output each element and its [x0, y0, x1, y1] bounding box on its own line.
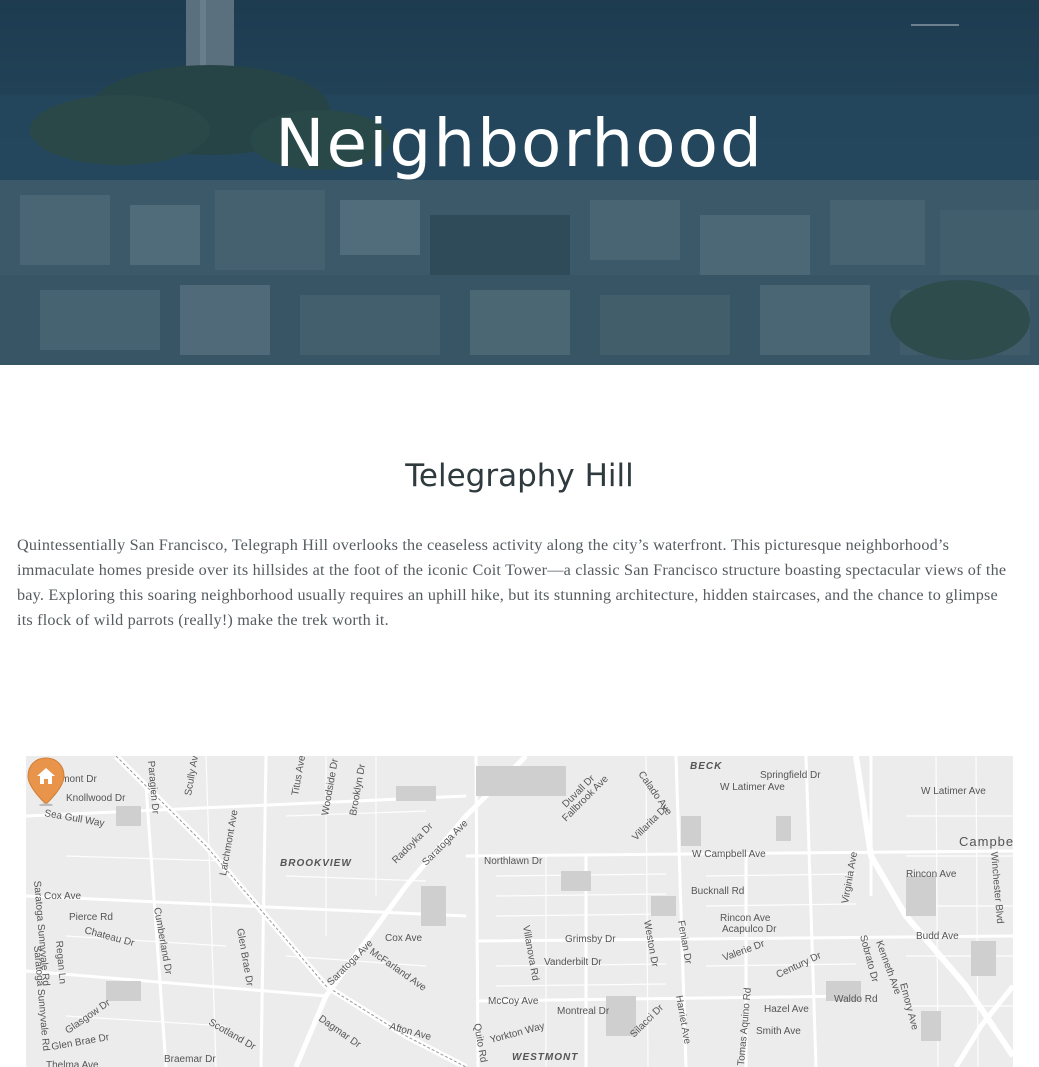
- svg-text:Northlawn Dr: Northlawn Dr: [484, 856, 543, 867]
- svg-text:WESTMONT: WESTMONT: [512, 1052, 578, 1063]
- svg-text:Budd Ave: Budd Ave: [916, 931, 959, 942]
- svg-text:Montreal Dr: Montreal Dr: [557, 1006, 610, 1017]
- neighborhood-map[interactable]: Kirkmont Dr Knollwood Dr Sea Gull Way Sa…: [26, 756, 1013, 1067]
- svg-text:BROOKVIEW: BROOKVIEW: [280, 858, 352, 869]
- svg-text:W Campbell Ave: W Campbell Ave: [692, 849, 766, 860]
- svg-text:Acapulco Dr: Acapulco Dr: [722, 924, 777, 935]
- svg-text:W Latimer Ave: W Latimer Ave: [720, 782, 785, 793]
- svg-text:Knollwood Dr: Knollwood Dr: [66, 793, 126, 804]
- svg-text:Braemar Dr: Braemar Dr: [164, 1054, 216, 1065]
- svg-text:Waldo Rd: Waldo Rd: [834, 994, 878, 1005]
- svg-text:BECK: BECK: [690, 761, 722, 772]
- svg-text:McCoy Ave: McCoy Ave: [488, 996, 539, 1007]
- svg-text:Campbe: Campbe: [959, 834, 1013, 849]
- svg-text:Pierce Rd: Pierce Rd: [69, 912, 113, 923]
- svg-text:W Latimer Ave: W Latimer Ave: [921, 786, 986, 797]
- nav-divider: [911, 24, 959, 26]
- svg-text:Bucknall Rd: Bucknall Rd: [691, 886, 744, 897]
- map-canvas[interactable]: Kirkmont Dr Knollwood Dr Sea Gull Way Sa…: [26, 756, 1013, 1067]
- svg-text:Rincon Ave: Rincon Ave: [720, 913, 771, 924]
- svg-text:Cox Ave: Cox Ave: [385, 933, 422, 944]
- svg-text:Vanderbilt Dr: Vanderbilt Dr: [544, 957, 602, 968]
- svg-text:Thelma Ave: Thelma Ave: [46, 1060, 99, 1067]
- svg-text:Hazel Ave: Hazel Ave: [764, 1004, 809, 1015]
- svg-text:Rincon Ave: Rincon Ave: [906, 869, 957, 880]
- hero-background-image: [0, 0, 1039, 365]
- hero-banner: Neighborhood: [0, 0, 1039, 365]
- svg-text:Cox Ave: Cox Ave: [44, 891, 81, 902]
- svg-text:Smith Ave: Smith Ave: [756, 1026, 801, 1037]
- svg-text:Grimsby Dr: Grimsby Dr: [565, 934, 616, 945]
- section-title: Telegraphy Hill: [405, 458, 634, 494]
- svg-text:Springfield Dr: Springfield Dr: [760, 770, 821, 781]
- neighborhood-description: Quintessentially San Francisco, Telegrap…: [17, 536, 1007, 629]
- home-marker-icon[interactable]: [26, 756, 66, 806]
- hero-title: Neighborhood: [275, 105, 764, 182]
